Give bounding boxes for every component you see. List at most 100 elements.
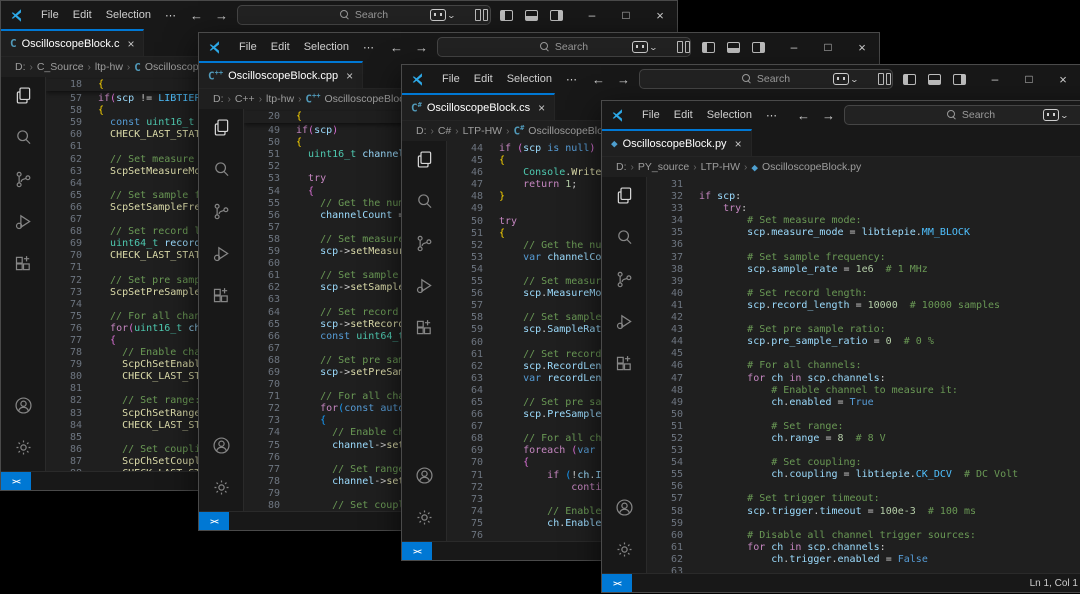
back-arrow-icon[interactable]: ←	[187, 8, 206, 23]
menu-selection[interactable]: Selection	[500, 70, 559, 88]
customize-layout-icon[interactable]	[878, 74, 891, 85]
toggle-sidebar-icon[interactable]	[702, 42, 715, 53]
tab-close-icon[interactable]: ×	[346, 69, 353, 83]
forward-arrow-icon[interactable]: →	[412, 40, 431, 55]
activitybar-account[interactable]	[402, 457, 446, 499]
menu-file[interactable]: File	[635, 106, 667, 124]
breadcrumb-item[interactable]: D:	[416, 125, 427, 137]
breadcrumb-item[interactable]: ltp-hw	[95, 61, 123, 73]
tab-c[interactable]: COscilloscopeBlock.c×	[1, 29, 144, 56]
activitybar-explorer[interactable]	[402, 141, 446, 183]
maximize-button[interactable]: □	[811, 33, 845, 61]
activitybar-settings[interactable]	[1, 429, 45, 471]
tab-cpp[interactable]: C++OscilloscopeBlock.cpp×	[199, 61, 363, 88]
menu-selection[interactable]: Selection	[700, 106, 759, 124]
breadcrumb-item[interactable]: LTP-HW	[701, 161, 740, 173]
menu-file[interactable]: File	[232, 38, 264, 56]
activitybar-extensions[interactable]	[199, 277, 243, 319]
forward-arrow-icon[interactable]: →	[819, 108, 838, 123]
toggle-sidebar-icon[interactable]	[500, 10, 513, 21]
cursor-position-status[interactable]: Ln 1, Col 1	[1030, 578, 1080, 589]
remote-indicator-button[interactable]: ><	[199, 512, 229, 530]
activitybar-search[interactable]	[1, 119, 45, 161]
forward-arrow-icon[interactable]: →	[614, 72, 633, 87]
activitybar-run-debug[interactable]	[1, 203, 45, 245]
breadcrumb-item[interactable]: C++	[235, 93, 255, 105]
back-arrow-icon[interactable]: ←	[387, 40, 406, 55]
activitybar-account[interactable]	[602, 489, 646, 531]
menu-selection[interactable]: Selection	[297, 38, 356, 56]
menu-[interactable]: ⋯	[356, 38, 381, 57]
tab-close-icon[interactable]: ×	[735, 137, 742, 151]
activitybar-settings[interactable]	[402, 499, 446, 541]
breadcrumb-file[interactable]: OscilloscopeBlock.py	[762, 161, 861, 173]
menu-edit[interactable]: Edit	[264, 38, 297, 56]
menu-[interactable]: ⋯	[759, 106, 784, 125]
activitybar-extensions[interactable]	[1, 245, 45, 287]
activitybar-run-debug[interactable]	[402, 267, 446, 309]
activitybar-settings[interactable]	[602, 531, 646, 573]
customize-layout-icon[interactable]	[475, 10, 488, 21]
breadcrumb-item[interactable]: ltp-hw	[266, 93, 294, 105]
toggle-panel-icon[interactable]	[727, 42, 740, 53]
menu-file[interactable]: File	[435, 70, 467, 88]
menu-edit[interactable]: Edit	[467, 70, 500, 88]
menu-edit[interactable]: Edit	[66, 6, 99, 24]
activitybar-source-control[interactable]	[602, 261, 646, 303]
tab-cs[interactable]: C#OscilloscopeBlock.cs×	[402, 93, 555, 120]
toggle-secondary-sidebar-icon[interactable]	[953, 74, 966, 85]
breadcrumb-item[interactable]: C#	[438, 125, 451, 137]
remote-indicator-button[interactable]: ><	[1, 472, 31, 490]
activitybar-run-debug[interactable]	[602, 303, 646, 345]
toggle-secondary-sidebar-icon[interactable]	[752, 42, 765, 53]
toggle-panel-icon[interactable]	[525, 10, 538, 21]
breadcrumb-item[interactable]: D:	[213, 93, 224, 105]
activitybar-explorer[interactable]	[602, 177, 646, 219]
tab-close-icon[interactable]: ×	[538, 101, 545, 115]
menu-[interactable]: ⋯	[158, 6, 183, 25]
activitybar-account[interactable]	[1, 387, 45, 429]
close-button[interactable]: ×	[845, 33, 879, 61]
tab-py[interactable]: ◆OscilloscopeBlock.py×	[602, 129, 752, 156]
toggle-panel-icon[interactable]	[928, 74, 941, 85]
maximize-button[interactable]: □	[1012, 65, 1046, 93]
minimize-button[interactable]: –	[978, 65, 1012, 93]
activitybar-search[interactable]	[199, 151, 243, 193]
activitybar-search[interactable]	[602, 219, 646, 261]
minimize-button[interactable]: –	[575, 1, 609, 29]
maximize-button[interactable]: □	[609, 1, 643, 29]
back-arrow-icon[interactable]: ←	[794, 108, 813, 123]
customize-layout-icon[interactable]	[677, 42, 690, 53]
breadcrumb-item[interactable]: LTP-HW	[463, 125, 502, 137]
activitybar-source-control[interactable]	[1, 161, 45, 203]
activitybar-search[interactable]	[402, 183, 446, 225]
activitybar-explorer[interactable]	[199, 109, 243, 151]
activitybar-extensions[interactable]	[402, 309, 446, 351]
activitybar-source-control[interactable]	[402, 225, 446, 267]
menu-selection[interactable]: Selection	[99, 6, 158, 24]
activitybar-source-control[interactable]	[199, 193, 243, 235]
toggle-sidebar-icon[interactable]	[903, 74, 916, 85]
remote-indicator-button[interactable]: ><	[402, 542, 432, 560]
close-button[interactable]: ×	[1046, 65, 1080, 93]
remote-indicator-button[interactable]: ><	[602, 574, 632, 592]
forward-arrow-icon[interactable]: →	[212, 8, 231, 23]
menu-file[interactable]: File	[34, 6, 66, 24]
activitybar-explorer[interactable]	[1, 77, 45, 119]
toggle-secondary-sidebar-icon[interactable]	[550, 10, 563, 21]
menu-[interactable]: ⋯	[559, 70, 584, 89]
minimize-button[interactable]: –	[777, 33, 811, 61]
breadcrumb-item[interactable]: D:	[15, 61, 26, 73]
breadcrumb-item[interactable]: PY_source	[638, 161, 689, 173]
activitybar-run-debug[interactable]	[199, 235, 243, 277]
activitybar-settings[interactable]	[199, 469, 243, 511]
activitybar-extensions[interactable]	[602, 345, 646, 387]
tab-close-icon[interactable]: ×	[127, 37, 134, 51]
back-arrow-icon[interactable]: ←	[589, 72, 608, 87]
close-button[interactable]: ×	[643, 1, 677, 29]
code-editor[interactable]: 3132if scp:33 try:34 # Set measure mode:…	[647, 177, 1080, 573]
breadcrumb-item[interactable]: D:	[616, 161, 627, 173]
activitybar-account[interactable]	[199, 427, 243, 469]
breadcrumb-item[interactable]: C_Source	[37, 61, 84, 73]
menu-edit[interactable]: Edit	[667, 106, 700, 124]
